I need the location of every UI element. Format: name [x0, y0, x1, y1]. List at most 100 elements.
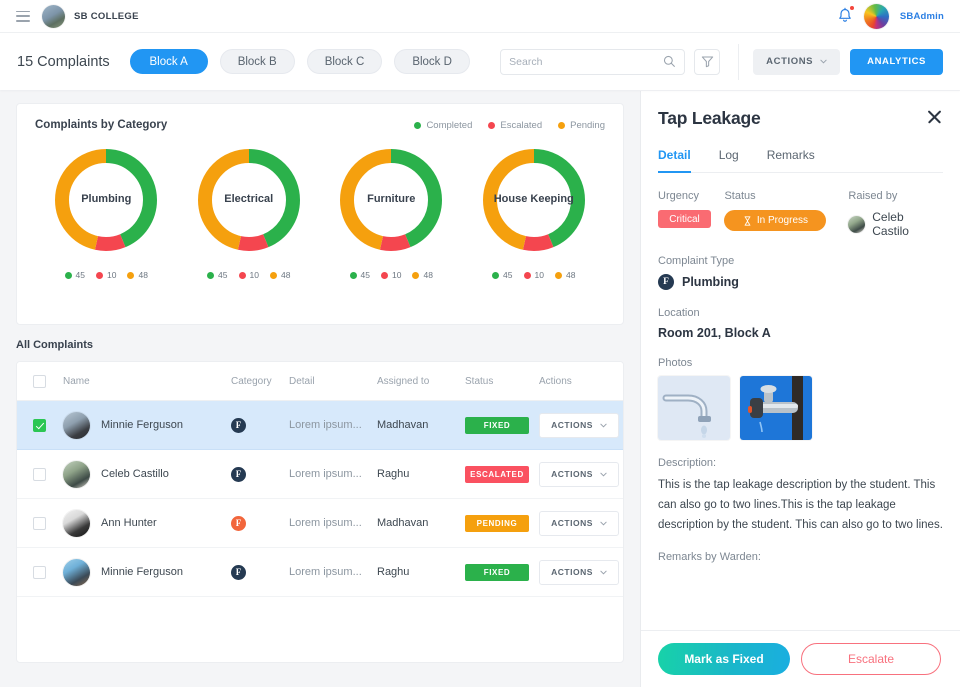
- charts-legend: Completed Escalated Pending: [414, 120, 605, 131]
- row-name: Minnie Ferguson: [101, 419, 183, 431]
- legend-dot-pending: [558, 121, 566, 129]
- donut-value-dot: [554, 271, 562, 279]
- search-input[interactable]: [509, 55, 664, 68]
- hamburger-icon[interactable]: [16, 10, 30, 22]
- row-checkbox[interactable]: [33, 418, 46, 432]
- brand-name: SB COLLEGE: [74, 10, 139, 22]
- dripping-tap-photo[interactable]: [658, 376, 730, 440]
- block-chip-c[interactable]: Block C: [306, 49, 383, 74]
- row-detail: Lorem ipsum...: [289, 566, 362, 578]
- row-actions-button[interactable]: ACTIONS: [539, 510, 619, 536]
- row-category-cell: F: [231, 499, 289, 548]
- avatar: [63, 558, 90, 586]
- donut-value-dot: [64, 271, 72, 279]
- row-select-cell: [17, 401, 63, 450]
- block-chip-d[interactable]: Block D: [394, 49, 470, 74]
- donut-center-label: House Keeping: [493, 193, 574, 206]
- block-chip-a[interactable]: Block A: [129, 49, 208, 74]
- tab-detail[interactable]: Detail: [658, 148, 691, 173]
- actions-button-label: ACTIONS: [766, 56, 814, 67]
- raised-by-label: Raised by: [848, 190, 898, 202]
- donut-center-label: Furniture: [367, 193, 416, 206]
- status-badge: PENDING: [465, 514, 529, 532]
- donut-value-text: 45: [360, 270, 371, 280]
- donut-value-dot: [238, 271, 246, 279]
- select-all-header: [17, 362, 63, 401]
- row-actions-label: ACTIONS: [551, 469, 593, 479]
- row-actions-button[interactable]: ACTIONS: [539, 461, 619, 487]
- row-name-cell: Minnie Ferguson: [63, 401, 231, 450]
- all-complaints-title: All Complaints: [16, 339, 94, 351]
- table-row[interactable]: Minnie Ferguson F Lorem ipsum... Madhavan FI…: [17, 400, 623, 450]
- chevron-down-icon: [820, 59, 827, 64]
- row-assigned-to: Raghu: [377, 566, 410, 578]
- description-value: This is the tap leakage description by t…: [658, 479, 943, 531]
- row-actions-button[interactable]: ACTIONS: [539, 412, 619, 438]
- donut-value-completed: 45: [207, 270, 228, 280]
- legend-item-escalated: Escalated: [488, 120, 542, 131]
- row-assigned-to: Madhavan: [377, 517, 429, 529]
- tab-remarks[interactable]: Remarks: [767, 148, 815, 173]
- complaints-by-category-card: Complaints by Category Completed Escalat…: [16, 103, 624, 325]
- complaints-table-card: Name Category Detail Assigned to Status …: [16, 361, 624, 663]
- close-icon[interactable]: [926, 108, 943, 125]
- donut-value-pending: 48: [412, 270, 433, 280]
- donut-value-completed: 45: [492, 270, 513, 280]
- row-name-cell: Celeb Castillo: [63, 450, 231, 499]
- donut-value-text: 10: [249, 270, 259, 280]
- outdoor-tap-photo[interactable]: [740, 376, 812, 440]
- row-actions-label: ACTIONS: [551, 420, 593, 430]
- filter-icon[interactable]: [694, 48, 721, 75]
- row-checkbox[interactable]: [33, 467, 46, 481]
- row-select-cell: [17, 499, 63, 548]
- table-row[interactable]: Minnie Ferguson F Lorem ipsum... Raghu FIXED…: [17, 548, 623, 597]
- donut-value-text: 10: [107, 270, 117, 280]
- donut-value-text: 48: [565, 270, 576, 280]
- status-block: Status In Progress: [724, 190, 848, 238]
- donut-value-dot: [523, 271, 531, 279]
- category-icon: F: [231, 466, 246, 482]
- table-row[interactable]: Celeb Castillo F Lorem ipsum... Raghu ESCALA…: [17, 450, 623, 499]
- row-checkbox[interactable]: [33, 565, 46, 579]
- donut-value-dot: [96, 271, 104, 279]
- donut-value-completed: 45: [349, 270, 371, 280]
- search-box[interactable]: [500, 48, 686, 75]
- chevron-down-icon: [600, 423, 607, 428]
- donut-value-legend: 45 10 48: [64, 270, 148, 280]
- actions-button[interactable]: ACTIONS: [753, 48, 841, 75]
- bell-icon[interactable]: [837, 6, 854, 25]
- toolbar-divider: [738, 43, 740, 80]
- table-body: Minnie Ferguson F Lorem ipsum... Madhavan FI…: [17, 400, 623, 597]
- donut-value-pending: 48: [127, 270, 148, 280]
- table-header-row: Name Category Detail Assigned to Status …: [17, 362, 623, 401]
- location-label: Location: [658, 307, 700, 319]
- block-chip-b[interactable]: Block B: [219, 49, 295, 74]
- body: Complaints by Category Completed Escalat…: [0, 91, 960, 687]
- table-row[interactable]: Ann Hunter F Lorem ipsum... Madhavan PENDING…: [17, 499, 623, 548]
- complaint-type-label: Complaint Type: [658, 255, 735, 267]
- mark-as-fixed-button[interactable]: Mark as Fixed: [658, 643, 790, 675]
- status-badge: ESCALATED: [465, 465, 529, 483]
- analytics-button[interactable]: ANALYTICS: [850, 48, 943, 75]
- top-bar: SB COLLEGE SBAdmin: [0, 0, 960, 32]
- user-name[interactable]: SBAdmin: [900, 11, 944, 22]
- donut-value-escalated: 10: [523, 270, 544, 280]
- column-header-status: Status: [465, 362, 539, 401]
- donut-value-pending: 48: [269, 270, 290, 280]
- avatar[interactable]: [863, 3, 889, 29]
- tab-log[interactable]: Log: [719, 148, 739, 173]
- escalate-button[interactable]: Escalate: [801, 643, 941, 675]
- row-actions-cell: ACTIONS: [539, 450, 623, 499]
- row-select-cell: [17, 548, 63, 597]
- donut-value-pending: 48: [554, 270, 576, 280]
- hourglass-icon: [744, 215, 751, 226]
- chevron-down-icon: [600, 472, 607, 477]
- select-all-checkbox[interactable]: [33, 375, 46, 388]
- donut-value-escalated: 10: [381, 270, 401, 280]
- detail-panel: Tap Leakage Detail Log Remarks Urgency C…: [640, 91, 960, 687]
- row-checkbox[interactable]: [33, 516, 46, 530]
- category-icon: F: [231, 564, 246, 580]
- donut-value-escalated: 10: [238, 270, 259, 280]
- legend-item-completed: Completed: [414, 120, 472, 131]
- row-actions-button[interactable]: ACTIONS: [539, 559, 619, 585]
